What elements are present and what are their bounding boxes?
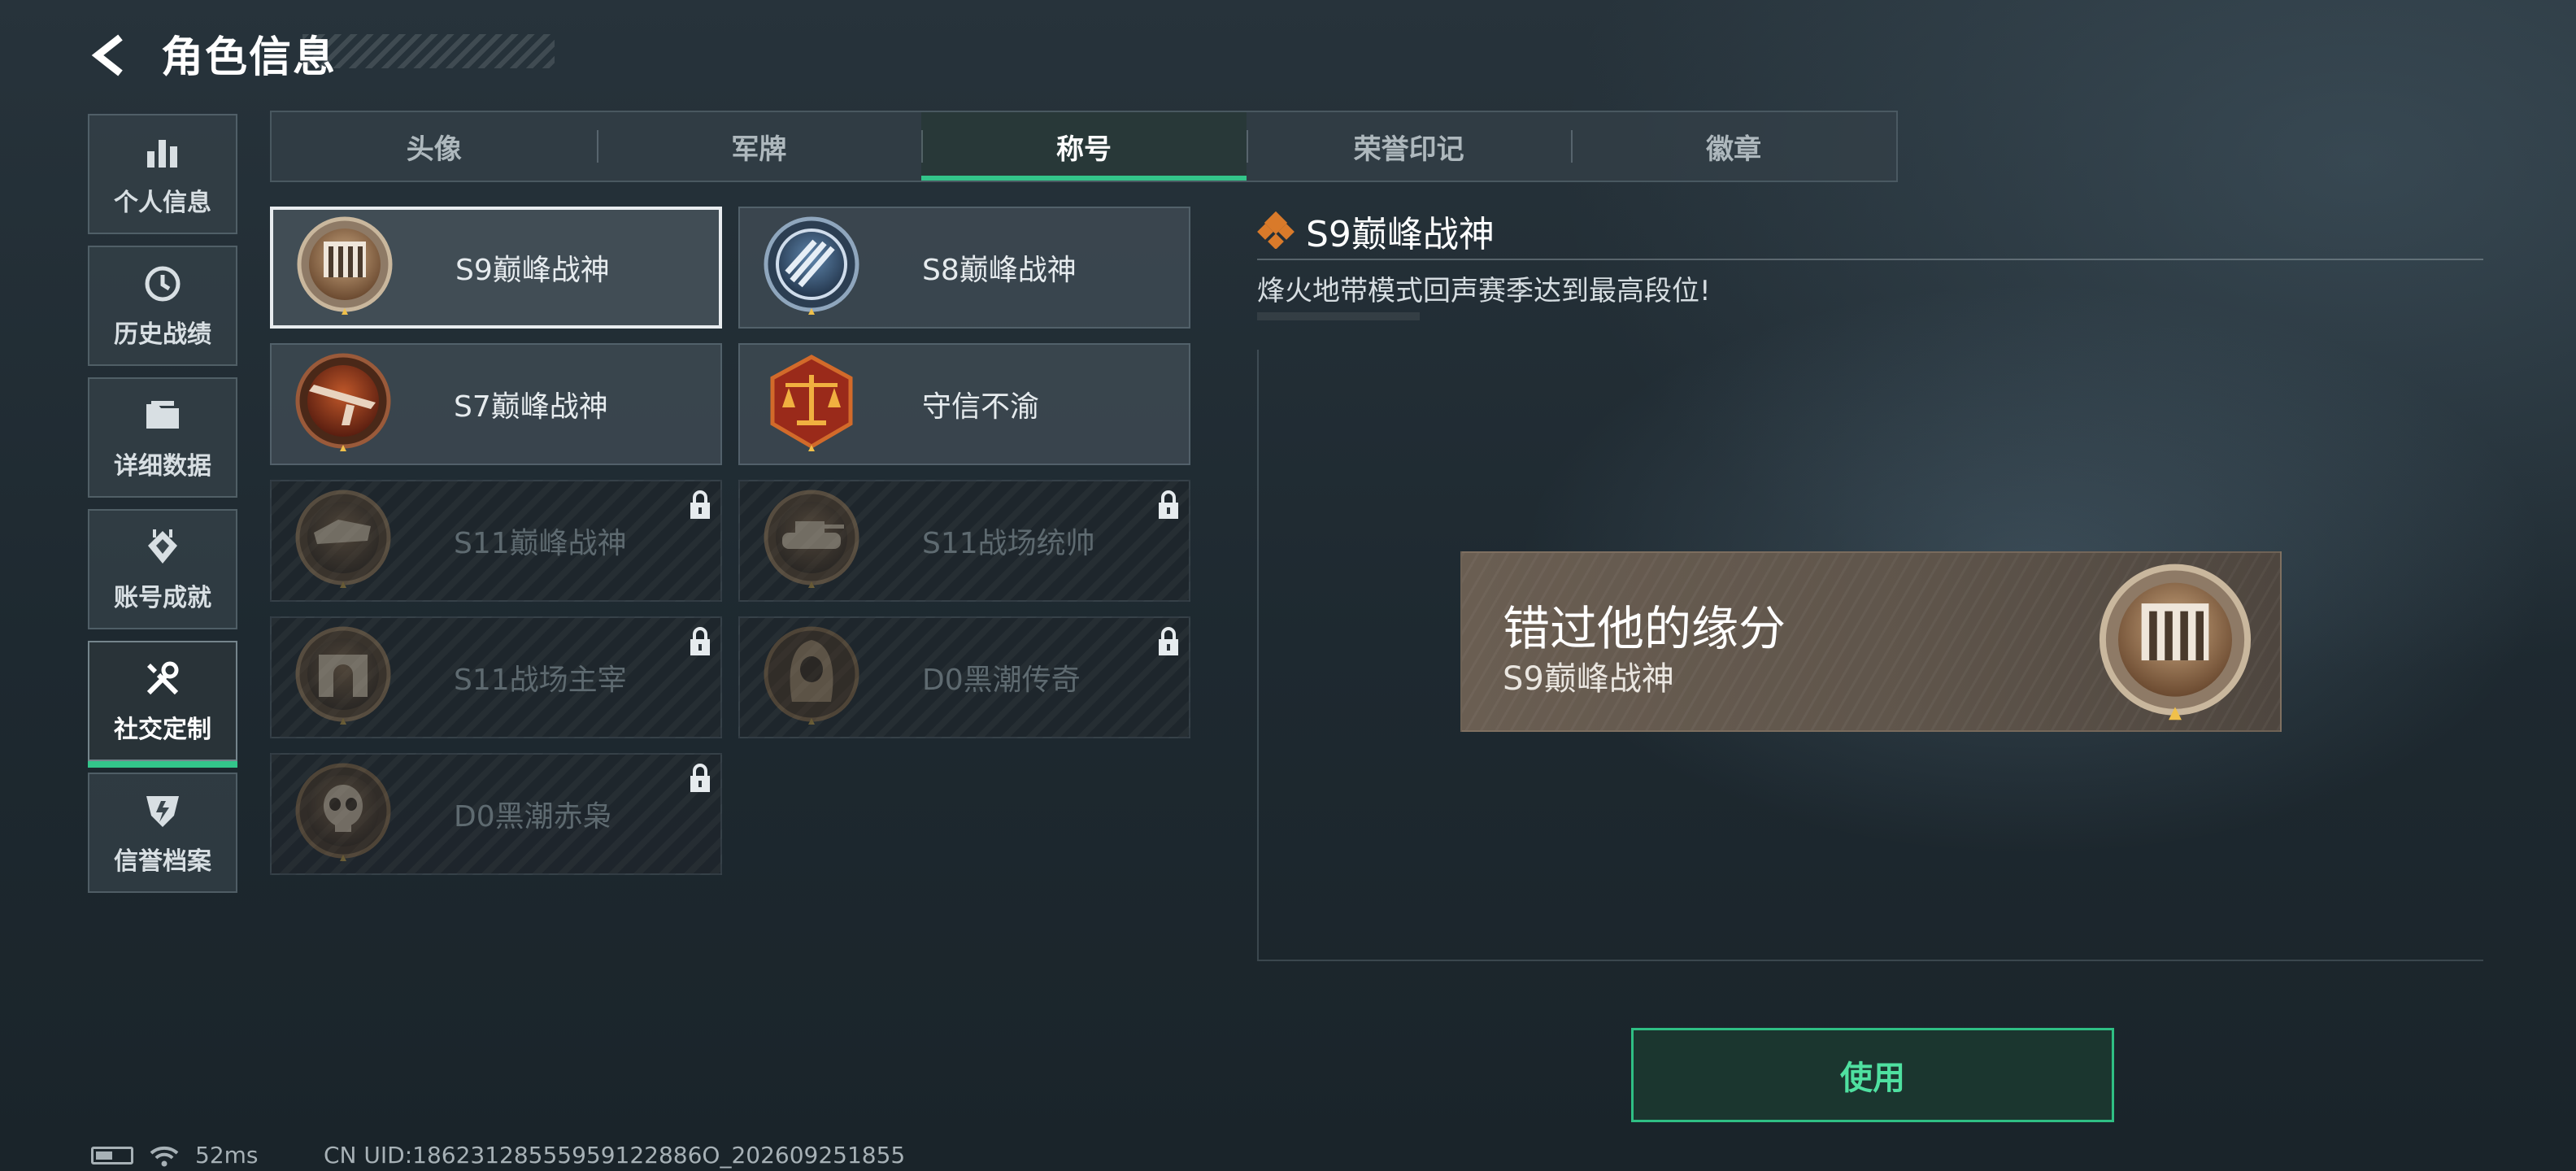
lock-icon [690, 764, 710, 792]
nav-item-credit-record[interactable]: 信誉档案 [88, 773, 237, 893]
nav-label: 详细数据 [114, 452, 211, 481]
nav-label: 社交定制 [114, 716, 211, 744]
lock-icon [690, 627, 710, 655]
preview-player-name: 错过他的缘分 [1503, 601, 1786, 656]
title-diamond-icon [1257, 211, 1295, 249]
detail-title: S9巅峰战神 [1306, 214, 1495, 255]
title-name: S9巅峰战神 [455, 254, 610, 287]
fortress-emblem-icon [297, 216, 393, 315]
title-card-keep-faith[interactable]: 守信不渝 [738, 343, 1190, 465]
title-name: S11战场统帅 [922, 527, 1095, 560]
tab-titles[interactable]: 称号 [921, 112, 1247, 181]
tab-honor-marks[interactable]: 荣誉印记 [1246, 112, 1572, 181]
frame-line [1257, 350, 1259, 960]
tab-avatar[interactable]: 头像 [272, 112, 597, 181]
status-bar: 52ms [91, 1142, 259, 1169]
tab-dog-tag[interactable]: 军牌 [596, 112, 922, 181]
achievement-icon [141, 525, 185, 569]
title-decoration [302, 34, 555, 68]
title-card-s11-dominator[interactable]: S11战场主宰 [270, 616, 722, 738]
nav-item-detailed-data[interactable]: 详细数据 [88, 377, 237, 498]
nav-label: 历史战绩 [114, 320, 211, 349]
tab-badges[interactable]: 徽章 [1571, 112, 1896, 181]
lock-icon [1159, 490, 1178, 519]
title-card-s11-commander[interactable]: S11战场统帅 [738, 480, 1190, 602]
nav-label: 账号成就 [114, 584, 211, 612]
nav-item-personal-info[interactable]: 个人信息 [88, 114, 237, 234]
back-button[interactable] [85, 29, 137, 81]
frame-line [1257, 960, 2483, 961]
skull-emblem-icon [295, 763, 391, 861]
title-card-s9[interactable]: S9巅峰战神 [270, 207, 722, 329]
title-card-d0-legend[interactable]: D0黑潮传奇 [738, 616, 1190, 738]
title-card-s8[interactable]: S8巅峰战神 [738, 207, 1190, 329]
preview-title: S9巅峰战神 [1503, 660, 1674, 698]
title-name: D0黑潮传奇 [922, 664, 1081, 697]
rifle-emblem-icon [295, 353, 391, 451]
lock-icon [690, 490, 710, 519]
nav-item-history[interactable]: 历史战绩 [88, 246, 237, 366]
folder-icon [141, 394, 185, 437]
arch-emblem-icon [295, 626, 391, 725]
title-card-d0-owl[interactable]: D0黑潮赤枭 [270, 753, 722, 875]
title-card-s7[interactable]: S7巅峰战神 [270, 343, 722, 465]
wifi-icon [150, 1146, 179, 1166]
hooded-emblem-icon [764, 626, 859, 725]
credit-shield-icon [141, 789, 185, 833]
title-card-s11-peak[interactable]: S11巅峰战神 [270, 480, 722, 602]
nav-item-achievements[interactable]: 账号成就 [88, 509, 237, 629]
title-preview-card: 错过他的缘分 S9巅峰战神 [1460, 551, 2282, 732]
nav-item-social-customization[interactable]: 社交定制 [88, 641, 237, 768]
blue-crest-emblem-icon [764, 216, 859, 315]
title-name: S11巅峰战神 [454, 527, 627, 560]
nav-label: 个人信息 [114, 189, 211, 217]
detail-divider [1257, 259, 2483, 260]
ping-value: 52ms [195, 1142, 259, 1169]
battery-icon [91, 1146, 133, 1164]
fortress-emblem-icon [2099, 564, 2252, 720]
title-name: S7巅峰战神 [454, 390, 608, 424]
cliff-emblem-icon [295, 490, 391, 588]
title-name: S11战场主宰 [454, 664, 627, 697]
back-arrow-icon [91, 34, 123, 76]
title-name: D0黑潮赤枭 [454, 800, 612, 834]
uid-text: CN UID:18623128555959122886O_20260925185… [324, 1142, 906, 1169]
title-name: S8巅峰战神 [922, 254, 1077, 287]
title-name: 守信不渝 [922, 390, 1040, 424]
tank-emblem-icon [764, 490, 859, 588]
nav-label: 信誉档案 [114, 847, 211, 876]
history-clock-icon [141, 262, 185, 306]
tab-bar: 头像 军牌 称号 荣誉印记 徽章 [270, 111, 1898, 182]
use-button[interactable]: 使用 [1631, 1028, 2114, 1122]
detail-decoration [1257, 312, 1420, 320]
lock-icon [1159, 627, 1178, 655]
tools-icon [141, 657, 185, 701]
scales-emblem-icon [770, 355, 853, 451]
detail-description: 烽火地带模式回声赛季达到最高段位! [1257, 275, 1711, 307]
bar-chart-icon [141, 130, 185, 174]
